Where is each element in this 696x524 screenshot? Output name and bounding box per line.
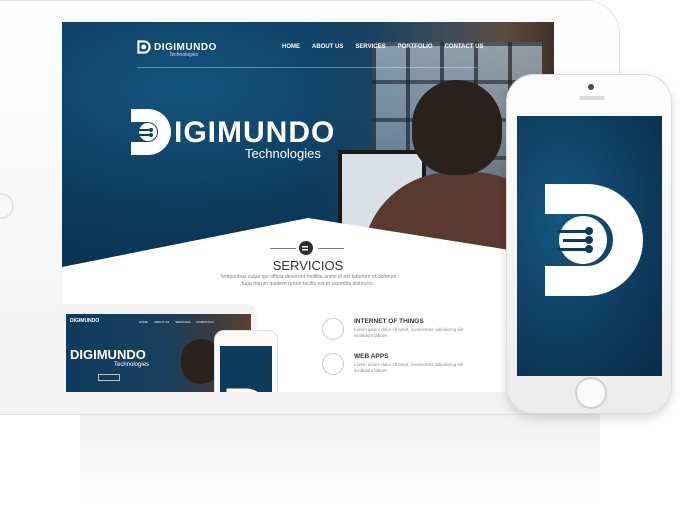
mockup-brand-name: DIGIMUNDO [70, 347, 146, 362]
servicios-line-left [270, 248, 296, 249]
phone-device [506, 74, 672, 414]
mockup-nav-item: SERVICES [175, 320, 191, 324]
phone-camera [588, 84, 594, 90]
digimundo-logo-icon [226, 388, 258, 392]
mockup-nav-item: PORTFOLIO [196, 320, 214, 324]
tablet-screen: DIGIMUNDO Technologies HOME ABOUT US SER… [62, 22, 554, 392]
nav-portfolio[interactable]: PORTFOLIO [398, 44, 433, 50]
mockup-nav-item: ABOUT US [154, 320, 170, 324]
hero-brand-name: IGIMUNDO [174, 116, 336, 149]
section-title: SERVICIOS [272, 258, 344, 273]
mockup-phone [214, 330, 278, 392]
hero-brand: IGIMUNDO Technologies [128, 106, 334, 163]
main-nav: HOME ABOUT US SERVICES PORTFOLIO CONTACT… [282, 44, 483, 50]
site-logo[interactable]: DIGIMUNDO Technologies [137, 40, 217, 58]
mockup-brand-sub: Technologies [114, 362, 150, 368]
iot-circle-icon [322, 318, 344, 340]
section-description: Temporibus culpa qui officia deserunt mo… [219, 274, 397, 287]
phone-home-button [575, 377, 607, 409]
digimundo-logo-icon [131, 109, 171, 155]
nav-contact-us[interactable]: CONTACT US [445, 44, 484, 50]
nav-services[interactable]: SERVICES [355, 44, 385, 50]
mockup-logo: DIGIMUNDO [70, 318, 100, 324]
site-logo-sub: Technologies [169, 52, 199, 58]
phone-screen [517, 116, 662, 376]
feature-title: INTERNET OF THINGS [354, 318, 424, 325]
mockup-button [98, 374, 120, 381]
tablet-reflection [80, 412, 600, 524]
nav-about-us[interactable]: ABOUT US [312, 44, 343, 50]
feature-desc: Lorem ipsum dolor sit amet, consectetur … [354, 327, 464, 338]
mockup-phone-screen [220, 346, 272, 392]
site-logo-text: DIGIMUNDO [154, 41, 217, 53]
web-apps-circle-icon [322, 353, 344, 375]
digimundo-logo-icon [545, 184, 643, 296]
digimundo-logo-icon [137, 40, 151, 54]
feature-desc: Lorem ipsum dolor sit amet, consectetur … [354, 362, 464, 373]
feature-title: WEB APPS [354, 353, 389, 360]
mockup-nav: HOME ABOUT US SERVICES PORTFOLIO [139, 320, 214, 324]
mockup-nav-item: HOME [139, 320, 148, 324]
servicios-icon [299, 241, 313, 255]
servicios-line-right [318, 248, 344, 249]
phone-speaker [579, 96, 605, 100]
hero-brand-sub: Technologies [245, 146, 321, 161]
nav-divider [137, 67, 477, 68]
tablet-home-button [0, 193, 14, 219]
nav-home[interactable]: HOME [282, 44, 300, 50]
